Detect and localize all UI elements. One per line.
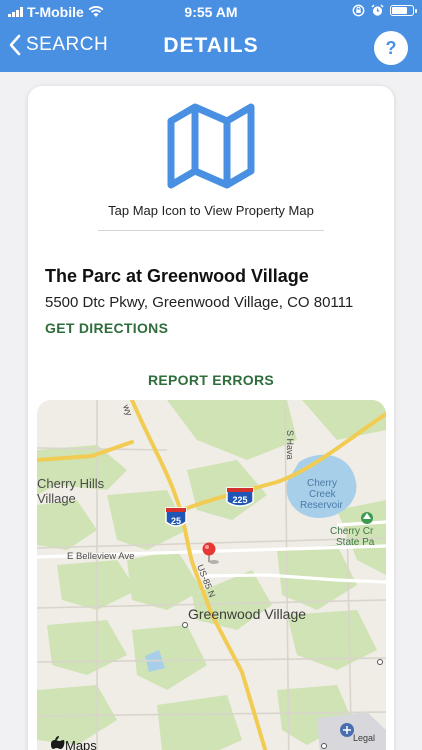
back-label: SEARCH — [26, 34, 109, 55]
label-legal: Legal — [353, 733, 375, 743]
label-reservoir-1: Cherry — [307, 478, 337, 489]
help-button[interactable]: ? — [374, 31, 408, 65]
property-name: The Parc at Greenwood Village — [45, 266, 309, 286]
i225-label: 225 — [232, 495, 247, 505]
get-directions-link[interactable]: GET DIRECTIONS — [45, 320, 168, 336]
label-belleview: E Belleview Ave — [67, 551, 134, 562]
label-reservoir-2: Creek — [309, 489, 337, 500]
chevron-left-icon — [9, 34, 21, 56]
i25-label: 25 — [171, 516, 181, 526]
map-canvas: 25 225 Cherry Hills Village E Belleview … — [37, 400, 386, 750]
park-marker-icon — [361, 512, 373, 524]
folded-map-icon[interactable] — [167, 103, 255, 189]
airport-icon — [340, 723, 354, 737]
locality-dot — [377, 659, 383, 665]
nav-bar: SEARCH DETAILS ? — [0, 28, 422, 68]
divider — [98, 230, 324, 231]
map-pin-icon[interactable] — [202, 542, 220, 565]
property-card: Tap Map Icon to View Property Map The Pa… — [28, 86, 394, 750]
i25-shield: 25 — [165, 507, 187, 527]
label-state-park-1: Cherry Cr — [330, 526, 374, 537]
alarm-icon — [371, 4, 384, 16]
report-errors-link[interactable]: REPORT ERRORS — [28, 372, 394, 388]
label-havana: S Hava — [285, 430, 295, 460]
label-reservoir-3: Reservoir — [300, 500, 343, 511]
maps-brand-label: Maps — [65, 738, 97, 750]
battery-icon — [390, 5, 417, 16]
label-state-park-2: State Pa — [336, 537, 375, 548]
locality-dot — [321, 743, 327, 749]
orientation-lock-icon — [352, 4, 365, 17]
map-hint: Tap Map Icon to View Property Map — [108, 203, 314, 218]
label-cherry-hills-village: Village — [37, 491, 76, 506]
locality-dot — [182, 622, 188, 628]
maps-brand: Maps — [51, 736, 97, 750]
i225-shield: 225 — [226, 487, 254, 507]
top-bar: T-Mobile 9:55 AM SEARCH DETAILS ? — [0, 0, 422, 72]
back-button[interactable]: SEARCH — [8, 34, 108, 56]
label-greenwood-village: Greenwood Village — [188, 606, 306, 622]
status-bar: T-Mobile 9:55 AM — [0, 0, 422, 24]
status-right — [352, 4, 417, 17]
property-map[interactable]: 25 225 Cherry Hills Village E Belleview … — [37, 400, 386, 750]
property-address: 5500 Dtc Pkwy, Greenwood Village, CO 801… — [45, 294, 354, 311]
label-cherry-hills: Cherry Hills — [37, 476, 105, 491]
